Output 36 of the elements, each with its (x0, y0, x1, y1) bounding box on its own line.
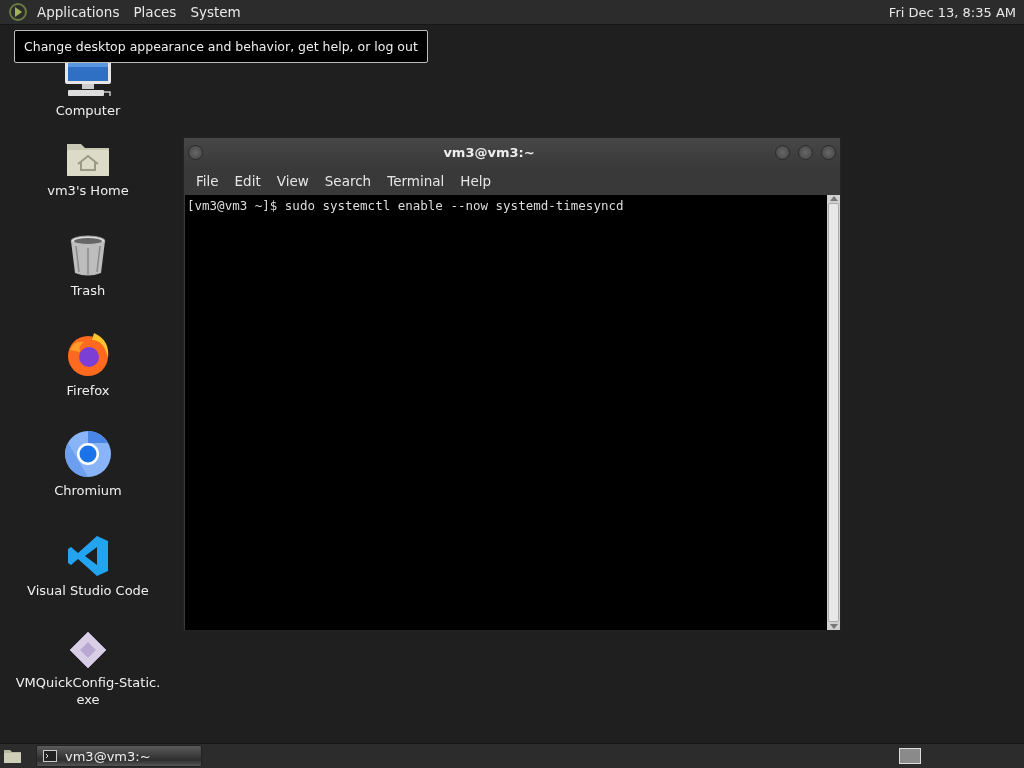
menu-item[interactable]: Search (316, 173, 380, 189)
desktop-icon-label[interactable]: Chromium (54, 482, 122, 499)
menu-item[interactable]: System (183, 4, 248, 20)
code-editor-icon (66, 534, 110, 578)
scroll-down-arrow-icon[interactable] (829, 624, 838, 630)
tooltip: Change desktop appearance and behavior, get help, or log out (14, 30, 428, 63)
desktop-icon-label[interactable]: Visual Studio Code (27, 582, 149, 599)
menu-item[interactable]: Places (126, 4, 184, 20)
trash-icon (68, 234, 108, 278)
show-desktop-icon[interactable] (3, 748, 22, 764)
menu-item[interactable]: File (188, 173, 227, 189)
workspace-switcher[interactable] (899, 748, 921, 764)
terminal-line: [vm3@vm3 ~]$ sudo systemctl enable --now systemd-timesyncd (187, 198, 625, 213)
maximize-button[interactable] (798, 145, 813, 160)
menu-item[interactable]: Edit (226, 173, 269, 189)
close-button[interactable] (821, 145, 836, 160)
menu-item[interactable]: Applications (30, 4, 127, 20)
scroll-up-arrow-icon[interactable] (829, 195, 838, 201)
desktop-icon-label[interactable]: vm3's Home (47, 182, 129, 199)
chromium-icon (64, 430, 112, 478)
terminal-icon (43, 750, 57, 762)
desktop-icon-label[interactable]: VMQuickConfig-Static.exe (13, 674, 163, 708)
desktop-icon-label[interactable]: Trash (70, 282, 106, 299)
scrollbar[interactable] (827, 195, 840, 630)
menu-item[interactable]: View (268, 173, 317, 189)
clock[interactable]: Fri Dec 13, 8:35 AM (888, 4, 1024, 20)
desktop-icon-label[interactable]: Firefox (66, 382, 110, 399)
desktop-icon-label[interactable]: Computer (55, 102, 121, 119)
diamond-icon (68, 630, 108, 670)
window-menu-button[interactable] (188, 145, 203, 160)
menu-item[interactable]: Terminal (379, 173, 453, 189)
menu-item[interactable]: Help (452, 173, 500, 189)
taskbar-button[interactable]: vm3@vm3:~ (36, 745, 202, 767)
app-logo-icon[interactable] (8, 2, 28, 22)
window-title: vm3@vm3:~ (442, 145, 536, 160)
minimize-button[interactable] (775, 145, 790, 160)
